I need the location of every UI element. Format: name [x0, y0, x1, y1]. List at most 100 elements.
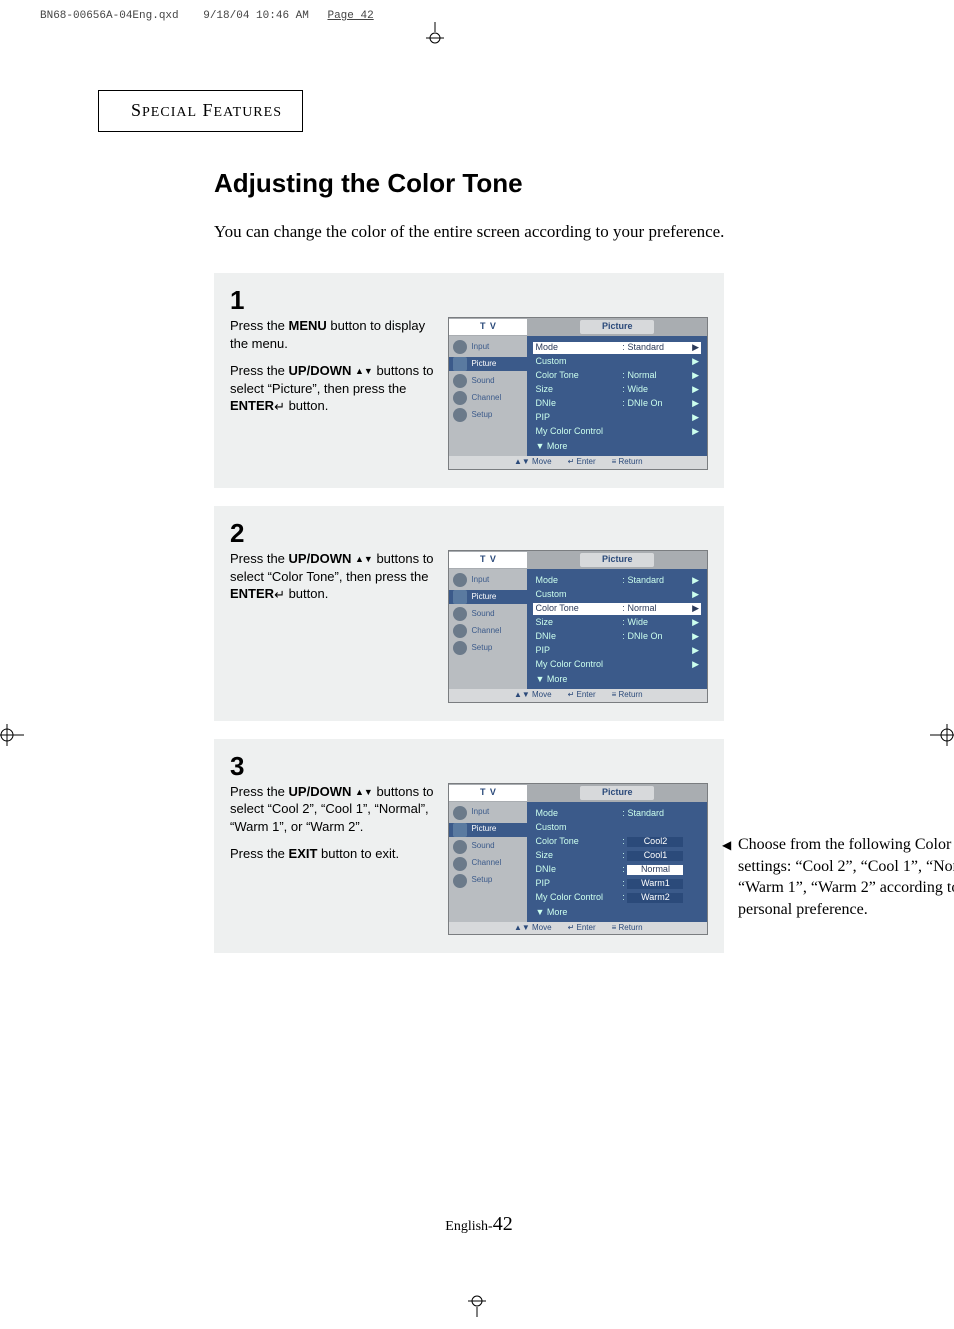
enter-icon: ↵: [274, 398, 285, 416]
crop-mark-top: [418, 22, 452, 44]
osd-screenshot: T V Picture Input Picture Sound Channel Setu…: [448, 550, 708, 703]
osd-sidebar: Input Picture Sound Channel Setup: [449, 336, 527, 456]
osd-side-item: Channel: [449, 857, 527, 871]
osd-footer-move: ▲▼ Move: [514, 924, 552, 933]
proof-header: BN68-00656A-04Eng.qxd 9/18/04 10:46 AM P…: [40, 10, 374, 23]
osd-side-icon: [453, 607, 467, 621]
osd-menu-row: My Color Control:Warm2: [533, 892, 701, 904]
osd-menu-row: Mode:Standard: [533, 808, 701, 820]
osd-side-icon: [453, 874, 467, 888]
osd-sidebar: InputPictureSoundChannelSetup: [449, 802, 527, 922]
osd-side-item: Setup: [449, 641, 527, 655]
osd-side-icon: [453, 641, 467, 655]
step-text: Press the UP/DOWN ▲▼ buttons to select “…: [230, 783, 434, 873]
osd-more: ▼ More: [533, 440, 701, 452]
osd-side-label: Channel: [471, 859, 501, 868]
osd-header: T V Picture: [449, 318, 707, 336]
osd-side-icon: [453, 374, 467, 388]
osd-side-icon: [453, 357, 467, 371]
osd-side-item: Sound: [449, 374, 527, 388]
osd-side-label: Picture: [471, 360, 496, 369]
osd-side-item: Setup: [449, 874, 527, 888]
osd-side-icon: [453, 806, 467, 820]
osd-menu-row: Size:Wide▶: [533, 384, 701, 396]
osd-side-icon: [453, 624, 467, 638]
osd-side-icon: [453, 857, 467, 871]
osd-side-icon: [453, 573, 467, 587]
osd-side-label: Input: [471, 808, 489, 817]
osd-header: T V Picture: [449, 551, 707, 569]
crop-mark-right: [930, 724, 954, 746]
osd-header: T V Picture: [449, 784, 707, 802]
step-instruction: Press the EXIT button to exit.: [230, 845, 434, 863]
osd-tv-label: T V: [449, 319, 527, 335]
osd-footer: ▲▼ Move ↵ Enter ≡ Return: [449, 456, 707, 469]
osd-side-item: Input: [449, 573, 527, 587]
osd-side-item: Channel: [449, 624, 527, 638]
crop-mark-left: [0, 724, 24, 746]
steps-column: 1 Press the MENU button to display the m…: [214, 273, 724, 953]
step-block: 1 Press the MENU button to display the m…: [214, 273, 724, 488]
osd-tv-label: T V: [449, 785, 527, 801]
osd-side-label: Setup: [471, 411, 492, 420]
osd-side-label: Sound: [471, 610, 494, 619]
step-text: Press the UP/DOWN ▲▼ buttons to select “…: [230, 550, 434, 613]
osd-title: Picture: [580, 320, 655, 334]
osd-side-label: Setup: [471, 876, 492, 885]
osd-menu-row: My Color Control▶: [533, 659, 701, 671]
osd-side-item: Picture: [449, 590, 527, 604]
osd-tv-label: T V: [449, 552, 527, 568]
osd-footer-enter: ↵ Enter: [568, 691, 596, 700]
section-header: SPECIAL FEATURES: [131, 105, 282, 120]
step-number: 3: [230, 753, 708, 779]
step-instruction: Press the UP/DOWN ▲▼ buttons to select “…: [230, 783, 434, 836]
osd-side-item: Setup: [449, 408, 527, 422]
osd-side-item: Sound: [449, 607, 527, 621]
osd-more: ▼ More: [533, 673, 701, 685]
step-number: 1: [230, 287, 708, 313]
osd-footer-enter: ↵ Enter: [568, 458, 596, 467]
step-block: 2 Press the UP/DOWN ▲▼ buttons to select…: [214, 506, 724, 721]
osd-side-icon: [453, 590, 467, 604]
osd-menu-row: Custom: [533, 822, 701, 834]
osd-side-icon: [453, 823, 467, 837]
step-instruction: Press the MENU button to display the men…: [230, 317, 434, 352]
step-instruction: Press the UP/DOWN ▲▼ buttons to select “…: [230, 550, 434, 603]
osd-sidebar: Input Picture Sound Channel Setup: [449, 569, 527, 689]
osd-menu-row: Size:Cool1: [533, 850, 701, 862]
osd-menu-row: Color Tone:Cool2: [533, 836, 701, 848]
osd-side-label: Input: [471, 576, 489, 585]
osd-side-item: Input: [449, 340, 527, 354]
osd-side-item: Sound: [449, 840, 527, 854]
osd-footer-move: ▲▼ Move: [514, 691, 552, 700]
osd-menu-row: DNIe:DNIe On▶: [533, 631, 701, 643]
osd-side-icon: [453, 840, 467, 854]
osd-side-icon: [453, 340, 467, 354]
osd-menu-row: Mode:Standard▶: [533, 342, 701, 354]
osd-menu-row: DNIe:Normal: [533, 864, 701, 876]
proof-date: 9/18/04 10:46 AM: [203, 10, 309, 22]
osd-menu-row: Custom▶: [533, 589, 701, 601]
side-note-text: Choose from the following Color Tone set…: [738, 836, 954, 918]
osd-footer-enter: ↵ Enter: [568, 924, 596, 933]
osd-side-label: Input: [471, 343, 489, 352]
osd-footer-return: ≡ Return: [612, 458, 643, 467]
osd-menu-row: Mode:Standard▶: [533, 575, 701, 587]
osd-footer-return: ≡ Return: [612, 691, 643, 700]
page-title: Adjusting the Color Tone: [214, 168, 868, 199]
osd-footer-move: ▲▼ Move: [514, 458, 552, 467]
proof-filename: BN68-00656A-04Eng.qxd: [40, 10, 179, 22]
osd-menu-row: Custom▶: [533, 356, 701, 368]
step-block: 3 Press the UP/DOWN ▲▼ buttons to select…: [214, 739, 724, 954]
osd-more: ▼ More: [533, 906, 701, 918]
osd-footer: ▲▼ Move ↵ Enter ≡ Return: [449, 689, 707, 702]
osd-side-label: Sound: [471, 377, 494, 386]
osd-screenshot: T V Picture Input Picture Sound Channel Setu…: [448, 317, 708, 470]
osd-title: Picture: [580, 553, 655, 567]
osd-side-icon: [453, 391, 467, 405]
intro-text: You can change the color of the entire s…: [214, 221, 868, 243]
osd-title: Picture: [580, 786, 655, 800]
proof-page: Page 42: [327, 10, 373, 22]
step-number: 2: [230, 520, 708, 546]
osd-side-label: Channel: [471, 394, 501, 403]
